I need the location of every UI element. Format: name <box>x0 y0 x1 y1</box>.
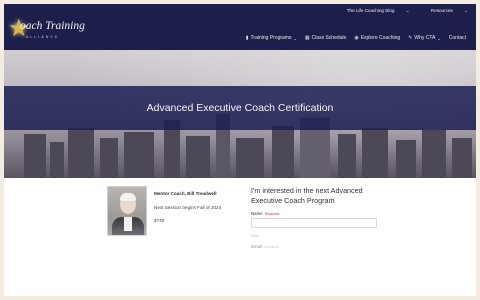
logo-subtitle: ALLIANCE <box>26 35 60 39</box>
page-title: Advanced Executive Coach Certification <box>146 102 334 114</box>
top-links: The Life Coaching Blog ⌄ Resources ⌄ <box>327 8 468 14</box>
hero-title-band: Advanced Executive Coach Certification <box>4 86 476 130</box>
site-header: ★ oach Training ALLIANCE The Life Coachi… <box>4 4 476 50</box>
session-info: Next Session begins Fall of 2024 <box>154 205 222 210</box>
main-nav: ▮ Training Programs ⌄ ▦ Class Schedule ◉… <box>246 35 466 41</box>
coach-name: Mentor Coach, Bill Treadwell <box>154 191 217 196</box>
main-content: Mentor Coach, Bill Treadwell Next Sessio… <box>4 178 476 296</box>
skyline-building <box>50 142 64 178</box>
hero-banner: Advanced Executive Coach Certification <box>4 50 476 178</box>
skyline-building <box>396 140 416 178</box>
chevron-down-icon: ⌄ <box>437 35 441 41</box>
email-field-label: Email Required <box>251 244 279 249</box>
nav-contact[interactable]: Contact <box>449 35 466 41</box>
first-name-input[interactable] <box>251 218 377 228</box>
program-price: $749 <box>154 218 165 223</box>
nav-why-cta[interactable]: ✎ Why CTA ⌄ <box>408 35 441 41</box>
fade-overlay <box>4 218 476 296</box>
skyline-building <box>186 136 210 178</box>
photo-hair <box>120 193 136 201</box>
nav-training-programs[interactable]: ▮ Training Programs ⌄ <box>246 35 297 41</box>
coach-photo <box>107 186 147 236</box>
skyline-building <box>100 138 118 178</box>
nav-explore-coaching[interactable]: ◉ Explore Coaching <box>354 35 400 41</box>
name-field-label: Name Required <box>251 211 280 216</box>
skyline-building <box>422 130 446 178</box>
required-badge: Required <box>264 212 280 216</box>
logo-name: oach Training <box>20 20 85 32</box>
skyline-building <box>362 128 388 178</box>
site-logo[interactable]: ★ oach Training ALLIANCE <box>8 14 85 44</box>
skyline-building <box>338 134 356 178</box>
first-name-sublabel: First <box>251 234 259 238</box>
skyline-building <box>236 138 264 178</box>
wrench-icon: ✎ <box>408 35 413 41</box>
nav-class-schedule[interactable]: ▦ Class Schedule <box>305 35 346 41</box>
chevron-down-icon: ⌄ <box>405 8 410 13</box>
chevron-down-icon: ⌄ <box>293 35 297 41</box>
calendar-icon: ▦ <box>304 35 310 41</box>
skyline-building <box>124 132 154 178</box>
pin-icon: ◉ <box>354 35 359 41</box>
photo-shirt <box>124 217 132 231</box>
top-link-blog[interactable]: The Life Coaching Blog ⌄ <box>337 8 410 13</box>
book-icon: ▮ <box>245 35 249 41</box>
top-link-resources[interactable]: Resources ⌄ <box>421 8 468 13</box>
required-badge: Required <box>263 245 279 249</box>
chevron-down-icon: ⌄ <box>464 8 468 13</box>
skyline-building <box>272 126 294 178</box>
skyline-building <box>452 138 472 178</box>
skyline-building <box>68 128 94 178</box>
skyline-building <box>24 134 46 178</box>
form-title: I'm interested in the next Advanced Exec… <box>251 186 363 205</box>
page-frame: ★ oach Training ALLIANCE The Life Coachi… <box>4 4 476 296</box>
